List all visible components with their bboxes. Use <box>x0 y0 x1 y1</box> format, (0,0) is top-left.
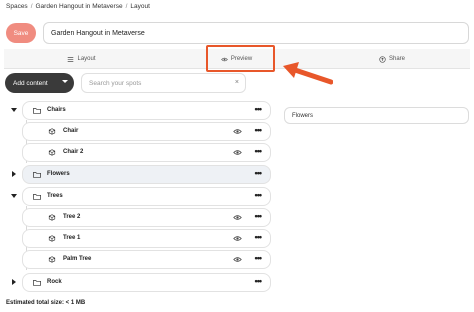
breadcrumb-separator: / <box>30 3 33 10</box>
visibility-eye-icon[interactable] <box>233 235 242 242</box>
layout-icon <box>68 56 74 62</box>
tree-row-chair[interactable]: Chair ••• <box>22 122 271 141</box>
tree-row-label: Tree 1 <box>63 235 81 241</box>
tree-row-label: Rock <box>47 279 62 285</box>
more-options-icon[interactable]: ••• <box>255 211 263 221</box>
more-options-icon[interactable]: ••• <box>255 146 263 156</box>
collapse-chairs-toggle[interactable] <box>10 106 18 114</box>
clear-search-icon[interactable]: × <box>235 79 239 86</box>
folder-icon <box>33 280 41 286</box>
search-placeholder: Search your spots <box>89 79 142 87</box>
tree-row-rock[interactable]: Rock ••• <box>22 273 271 292</box>
visibility-eye-icon[interactable] <box>233 128 242 135</box>
cube-icon <box>48 235 56 242</box>
tree-row-chairs[interactable]: Chairs ••• <box>22 101 271 120</box>
cube-icon <box>48 128 56 135</box>
cube-icon <box>48 214 56 221</box>
visibility-eye-icon[interactable] <box>233 256 242 263</box>
more-options-icon[interactable]: ••• <box>255 232 263 242</box>
estimated-size-text: Estimated total size: < 1 MB <box>6 300 86 306</box>
expand-rock-toggle[interactable] <box>10 278 18 286</box>
more-options-icon[interactable]: ••• <box>255 168 263 178</box>
collapse-trees-toggle[interactable] <box>10 192 18 200</box>
annotation-arrow-icon <box>283 62 333 85</box>
tab-share-label: Share <box>388 56 405 62</box>
breadcrumb-spaces[interactable]: Spaces <box>6 3 28 10</box>
more-options-icon[interactable]: ••• <box>255 104 263 114</box>
tree-row-chair-2[interactable]: Chair 2 ••• <box>22 143 271 162</box>
folder-icon <box>33 172 41 178</box>
visibility-eye-icon[interactable] <box>233 214 242 221</box>
folder-icon <box>33 194 41 200</box>
tree-row-label: Chair 2 <box>63 149 84 155</box>
preview-highlight-box <box>206 45 275 72</box>
tree-row-trees[interactable]: Trees ••• <box>22 187 271 206</box>
tree-row-label: Tree 2 <box>63 214 81 220</box>
add-content-label: Add content <box>13 79 48 87</box>
tab-share[interactable]: Share <box>314 49 470 69</box>
more-options-icon[interactable]: ••• <box>255 190 263 200</box>
tree-row-tree-2[interactable]: Tree 2 ••• <box>22 208 271 227</box>
tree-row-tree-1[interactable]: Tree 1 ••• <box>22 229 271 248</box>
selected-item-name-field[interactable]: Flowers <box>284 107 469 124</box>
tab-layout[interactable]: Layout <box>4 49 159 69</box>
tree-row-label: Trees <box>47 193 63 199</box>
tree-row-label: Palm Tree <box>63 256 92 262</box>
more-options-icon[interactable]: ••• <box>255 125 263 135</box>
share-icon <box>379 55 386 63</box>
breadcrumb-layout: Layout <box>130 3 150 10</box>
space-title-input[interactable]: Garden Hangout in Metaverse <box>43 22 469 44</box>
expand-flowers-toggle[interactable] <box>10 170 18 178</box>
breadcrumb: Spaces / Garden Hangout in Metaverse / Layou… <box>6 3 150 10</box>
tab-layout-label: Layout <box>77 56 96 62</box>
save-button[interactable]: Save <box>6 23 36 43</box>
tree-row-flowers[interactable]: Flowers ••• <box>22 165 271 184</box>
more-options-icon[interactable]: ••• <box>255 253 263 263</box>
chevron-down-icon <box>62 80 68 83</box>
tree-row-label: Chair <box>63 128 79 134</box>
cube-icon <box>48 256 56 263</box>
tree-row-label: Chairs <box>47 107 66 113</box>
visibility-eye-icon[interactable] <box>233 149 242 156</box>
breadcrumb-separator: / <box>125 3 128 10</box>
cube-icon <box>48 149 56 156</box>
tree-row-palm-tree[interactable]: Palm Tree ••• <box>22 250 271 269</box>
breadcrumb-space-name[interactable]: Garden Hangout in Metaverse <box>36 3 123 10</box>
folder-icon <box>33 108 41 114</box>
tree-row-label: Flowers <box>47 171 70 177</box>
more-options-icon[interactable]: ••• <box>255 276 263 286</box>
add-content-button[interactable]: Add content <box>5 73 74 93</box>
search-input[interactable]: Search your spots × <box>81 73 246 93</box>
